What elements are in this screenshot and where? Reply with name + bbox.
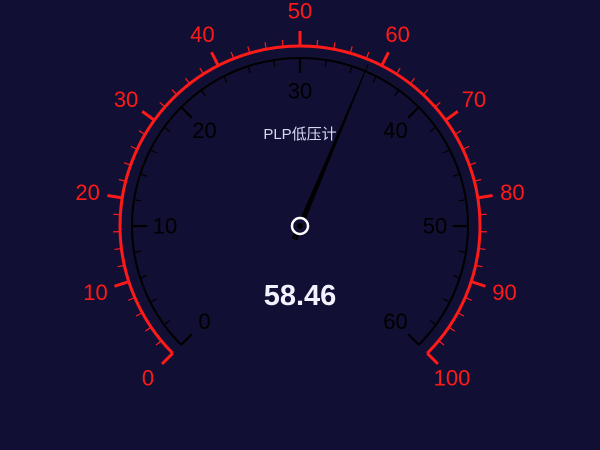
outer-tick-label: 0 xyxy=(142,366,154,391)
outer-tick-label: 30 xyxy=(114,87,138,112)
outer-tick-label: 70 xyxy=(462,87,486,112)
inner-tick-label: 20 xyxy=(192,118,216,143)
outer-tick-label: 40 xyxy=(190,22,214,47)
inner-tick-label: 10 xyxy=(153,214,177,239)
inner-tick-label: 40 xyxy=(383,118,407,143)
inner-tick-label: 30 xyxy=(288,79,312,104)
outer-tick-label: 10 xyxy=(83,280,107,305)
inner-tick-label: 50 xyxy=(423,214,447,239)
outer-tick-label: 80 xyxy=(500,180,524,205)
outer-minor-tick xyxy=(281,39,284,47)
gauge-title: PLP低压计 xyxy=(263,126,336,143)
outer-tick-label: 50 xyxy=(288,0,312,24)
gauge-chart: 0 10 20 30 40 50 60 70 80 90 100 0 10 20 30 40 50 60 PLP… xyxy=(0,0,600,450)
inner-tick-label: 0 xyxy=(198,309,210,334)
gauge-panel: 0 10 20 30 40 50 60 70 80 90 100 0 10 20 30 40 50 60 PLP… xyxy=(0,0,600,450)
needle-hub-center xyxy=(297,223,303,229)
outer-tick-label: 20 xyxy=(75,180,99,205)
outer-minor-tick xyxy=(316,39,319,47)
outer-tick-label: 60 xyxy=(385,22,409,47)
inner-tick-label: 60 xyxy=(383,309,407,334)
gauge-value-readout: 58.46 xyxy=(264,280,337,312)
outer-tick-label: 100 xyxy=(434,366,471,391)
outer-tick-label: 90 xyxy=(492,280,516,305)
